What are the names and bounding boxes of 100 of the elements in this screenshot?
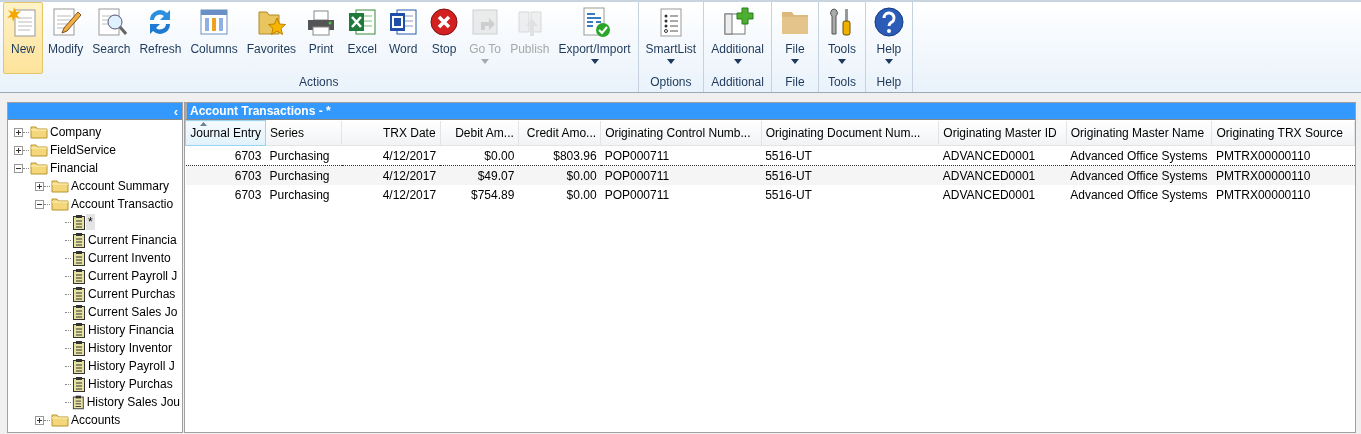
ribbon-button[interactable]: Refresh bbox=[135, 2, 186, 74]
table-cell: ADVANCED0001 bbox=[938, 185, 1067, 204]
clipboard-icon bbox=[72, 394, 85, 410]
group-caption: Additional bbox=[710, 75, 765, 91]
ribbon-button[interactable]: Modify bbox=[44, 2, 88, 74]
folder-icon bbox=[51, 413, 69, 427]
ribbon-button[interactable]: Favorites bbox=[242, 2, 301, 74]
ribbon-button[interactable]: Additional bbox=[707, 2, 768, 74]
clipboard-icon bbox=[72, 232, 86, 248]
ribbon-button[interactable]: Export/Import bbox=[554, 2, 635, 74]
table-cell: Purchasing bbox=[265, 165, 342, 185]
expand-icon[interactable] bbox=[14, 145, 23, 155]
window-plus-icon bbox=[721, 6, 754, 38]
table-cell: $0.00 bbox=[518, 185, 601, 204]
collapse-icon[interactable] bbox=[14, 163, 23, 173]
column-header[interactable]: Debit Am... bbox=[440, 120, 519, 146]
document-icon bbox=[387, 6, 420, 38]
ribbon-button[interactable]: Tools bbox=[821, 2, 862, 74]
tree-item[interactable]: History Purchas bbox=[86, 376, 175, 392]
table-cell: POP000711 bbox=[600, 145, 762, 166]
column-header[interactable]: TRX Date bbox=[341, 120, 441, 146]
column-header[interactable]: Originating Master Name bbox=[1066, 120, 1212, 146]
tree-item[interactable]: Financial bbox=[48, 160, 101, 176]
table-cell: Advanced Office Systems bbox=[1066, 145, 1212, 166]
tree-item[interactable]: Accounts bbox=[69, 412, 123, 428]
help-icon bbox=[872, 6, 905, 38]
table-cell: 6703 bbox=[185, 145, 266, 166]
table-cell: Purchasing bbox=[265, 145, 342, 166]
table-cell: 5516-UT bbox=[761, 145, 939, 166]
columns-icon bbox=[198, 6, 231, 38]
table-cell: PMTRX00000110 bbox=[1211, 185, 1355, 204]
table-cell: $0.00 bbox=[518, 165, 601, 185]
folder-icon bbox=[51, 179, 69, 193]
column-header[interactable]: Journal Entry bbox=[185, 120, 266, 146]
tree-item[interactable]: Current Payroll J bbox=[86, 268, 180, 284]
tree-item[interactable]: Current Financia bbox=[86, 232, 179, 248]
expand-icon[interactable] bbox=[35, 181, 44, 191]
group-caption: Tools bbox=[826, 75, 857, 91]
new-document-icon bbox=[7, 6, 39, 38]
column-header[interactable]: Originating TRX Source bbox=[1211, 120, 1355, 146]
table-cell: PMTRX00000110 bbox=[1211, 145, 1355, 166]
group-caption: Help bbox=[875, 75, 903, 91]
table-cell: Advanced Office Systems bbox=[1066, 165, 1212, 185]
stop-icon bbox=[428, 6, 461, 38]
table-cell: 6703 bbox=[185, 185, 266, 204]
table-cell: 6703 bbox=[185, 165, 266, 185]
ribbon-button[interactable]: Word bbox=[383, 2, 424, 74]
table-cell: $803.96 bbox=[518, 145, 601, 166]
table-cell: Advanced Office Systems bbox=[1066, 185, 1212, 204]
folder-icon bbox=[51, 197, 69, 211]
tree-item[interactable]: Current Sales Jo bbox=[86, 304, 180, 320]
column-header[interactable]: Originating Document Num... bbox=[761, 120, 939, 146]
ribbon-button[interactable]: New bbox=[3, 2, 43, 74]
ribbon-button[interactable]: Print bbox=[301, 2, 342, 74]
table-cell: PMTRX00000110 bbox=[1211, 165, 1355, 185]
table-cell: 5516-UT bbox=[761, 185, 939, 204]
ribbon-button[interactable]: Help bbox=[868, 2, 909, 74]
table-cell: ADVANCED0001 bbox=[938, 165, 1067, 185]
table-cell: 5516-UT bbox=[761, 165, 939, 185]
column-header[interactable]: Series bbox=[265, 120, 342, 146]
table-cell: 4/12/2017 bbox=[341, 185, 441, 204]
tree-item[interactable]: History Payroll J bbox=[86, 358, 177, 374]
tree-item[interactable]: Current Invento bbox=[86, 250, 173, 266]
ribbon-button[interactable]: Excel bbox=[342, 2, 383, 74]
tree-item[interactable]: Account Summary bbox=[69, 178, 172, 194]
expand-icon[interactable] bbox=[14, 127, 23, 137]
ribbon-button[interactable]: Stop bbox=[424, 2, 465, 74]
clipboard-icon bbox=[72, 322, 86, 338]
column-header[interactable]: Originating Control Numb... bbox=[600, 120, 762, 146]
tree-item[interactable]: Company bbox=[48, 124, 104, 140]
table-cell: $0.00 bbox=[440, 145, 519, 166]
column-header[interactable]: Originating Master ID bbox=[938, 120, 1067, 146]
ribbon-button[interactable]: SmartList bbox=[641, 2, 701, 74]
sort-ascending-icon bbox=[200, 122, 207, 126]
tree-item[interactable]: * bbox=[86, 214, 95, 230]
table-cell: 4/12/2017 bbox=[341, 145, 441, 166]
tree-item[interactable]: Current Purchas bbox=[86, 286, 178, 302]
ribbon-button[interactable]: Search bbox=[88, 2, 135, 74]
table-cell: ADVANCED0001 bbox=[938, 145, 1067, 166]
expand-icon[interactable] bbox=[35, 415, 44, 425]
folder-icon bbox=[30, 125, 48, 139]
panel-title: Account Transactions - * bbox=[185, 103, 1355, 120]
tree-item[interactable]: History Inventor bbox=[86, 340, 175, 356]
collapse-icon[interactable] bbox=[35, 199, 44, 209]
clipboard-icon bbox=[72, 358, 86, 374]
clipboard-icon bbox=[72, 286, 86, 302]
ribbon-button[interactable]: Columns bbox=[186, 2, 242, 74]
folder-icon bbox=[30, 143, 48, 157]
tree-item[interactable]: FieldService bbox=[48, 142, 119, 158]
folder-icon bbox=[30, 161, 48, 175]
ribbon-button[interactable]: File bbox=[774, 2, 815, 74]
tree-item[interactable]: Account Transactio bbox=[69, 196, 176, 212]
clipboard-icon bbox=[72, 214, 86, 230]
magnifier-document-icon bbox=[95, 6, 128, 38]
tree-item[interactable]: History Sales Jou bbox=[84, 394, 182, 410]
spreadsheet-icon bbox=[346, 6, 379, 38]
clipboard-icon bbox=[72, 376, 86, 392]
tree-item[interactable]: History Financia bbox=[86, 322, 177, 338]
column-header[interactable]: Credit Amo... bbox=[518, 120, 601, 146]
table-cell: POP000711 bbox=[600, 185, 762, 204]
